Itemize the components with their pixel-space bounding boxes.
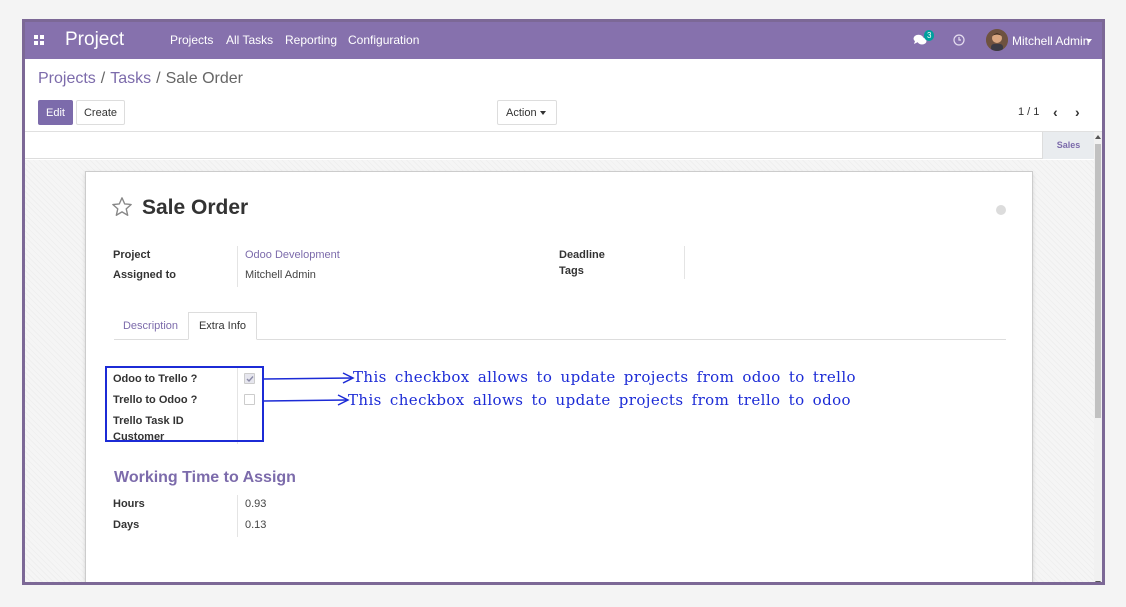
annotation-trello-to-odoo: This checkbox allows to update projects …: [348, 391, 851, 409]
annotation-odoo-to-trello: This checkbox allows to update projects …: [353, 368, 856, 386]
annotation-arrows: [263, 372, 355, 406]
app-window: Project Projects All Tasks Reporting Con…: [22, 19, 1105, 585]
